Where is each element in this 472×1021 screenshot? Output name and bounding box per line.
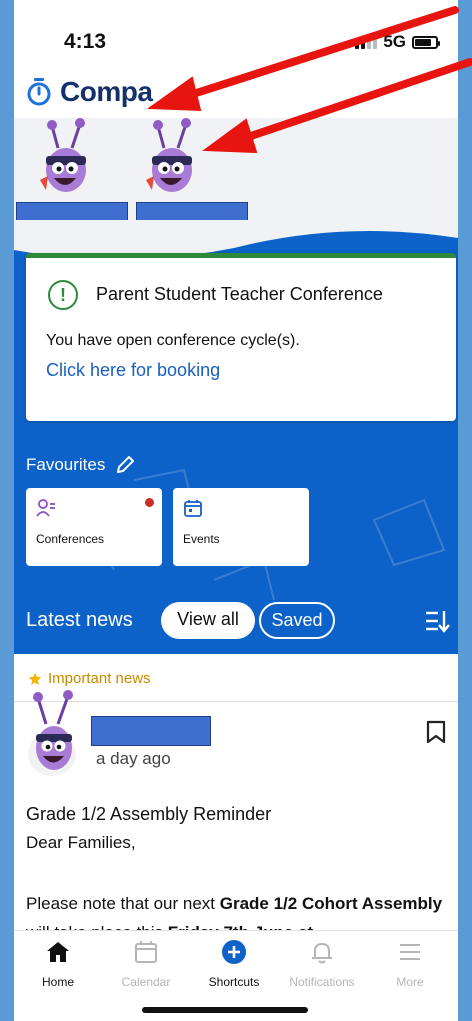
status-time: 4:13 [64, 30, 107, 53]
favourites-title: Favourites [26, 455, 106, 474]
post-time: a day ago [96, 749, 171, 768]
favourite-label: Events [183, 532, 220, 546]
pencil-icon[interactable] [115, 455, 135, 475]
tab-shortcuts[interactable]: Shortcuts [190, 931, 278, 1001]
app-header: Compa [14, 70, 458, 118]
alert-dot [145, 498, 154, 507]
bookmark-icon[interactable] [426, 720, 446, 744]
sort-icon[interactable] [424, 608, 450, 634]
app-logo: Compa [26, 76, 153, 108]
conference-card[interactable]: ! Parent Student Teacher Conference You … [26, 253, 456, 421]
tab-calendar[interactable]: Calendar [102, 931, 190, 1001]
signal-icon [355, 35, 378, 49]
alert-circle-icon: ! [48, 280, 78, 310]
plus-circle-icon [222, 940, 246, 964]
tab-label: Calendar [121, 975, 171, 989]
favourite-label: Conferences [36, 532, 105, 546]
student-avatar-icon [144, 118, 196, 198]
favourites-header: Favourites [26, 455, 135, 475]
author-avatar-icon [28, 690, 76, 776]
tab-more[interactable]: More [366, 931, 454, 1001]
booking-link[interactable]: Click here for booking [46, 360, 220, 381]
battery-icon [412, 35, 440, 49]
tab-notifications[interactable]: Notifications [278, 931, 366, 1001]
network-type: 5G [383, 32, 406, 51]
home-icon [47, 942, 69, 962]
post-body-text: Please note that our next [26, 894, 220, 913]
saved-button[interactable]: Saved [259, 602, 335, 639]
favourite-events[interactable]: Events [173, 488, 309, 566]
important-news-label: Important news [28, 670, 151, 687]
tab-home[interactable]: Home [14, 931, 102, 1001]
menu-icon [400, 944, 420, 960]
post-title[interactable]: Grade 1/2 Assembly Reminder [26, 804, 271, 825]
view-all-button[interactable]: View all [161, 602, 255, 639]
status-bar: 4:13 5G [14, 0, 458, 70]
stopwatch-logo-icon [27, 78, 51, 106]
logo-text: Compa [60, 76, 153, 107]
tab-label: Shortcuts [208, 975, 260, 989]
star-icon [28, 672, 42, 685]
author-name-redacted [91, 716, 211, 746]
important-news-text: Important news [48, 670, 151, 687]
post-greeting: Dear Families, [26, 833, 136, 852]
home-indicator [142, 1007, 308, 1013]
tab-label: Notifications [289, 975, 355, 989]
conference-title: Parent Student Teacher Conference [96, 284, 383, 304]
post-body: Please note that our next Grade 1/2 Coho… [26, 889, 446, 931]
favourite-conferences[interactable]: Conferences [26, 488, 162, 566]
post-body-bold: Grade 1/2 Cohort Assembly [219, 894, 443, 913]
student-avatar-icon [38, 118, 90, 198]
calendar-icon [184, 500, 202, 517]
tab-label: More [396, 975, 424, 989]
calendar-icon [135, 941, 157, 963]
status-icons: 5G [355, 32, 440, 52]
people-list-icon [36, 499, 55, 517]
conference-text: You have open conference cycle(s). [46, 332, 300, 349]
important-news-header: Important news [14, 654, 458, 702]
bell-icon [312, 942, 332, 964]
phone-screen: 4:13 5G Compa ! Parent Student Teacher C… [14, 0, 458, 1021]
tab-label: Home [41, 975, 74, 989]
latest-news-title: Latest news [26, 609, 133, 631]
